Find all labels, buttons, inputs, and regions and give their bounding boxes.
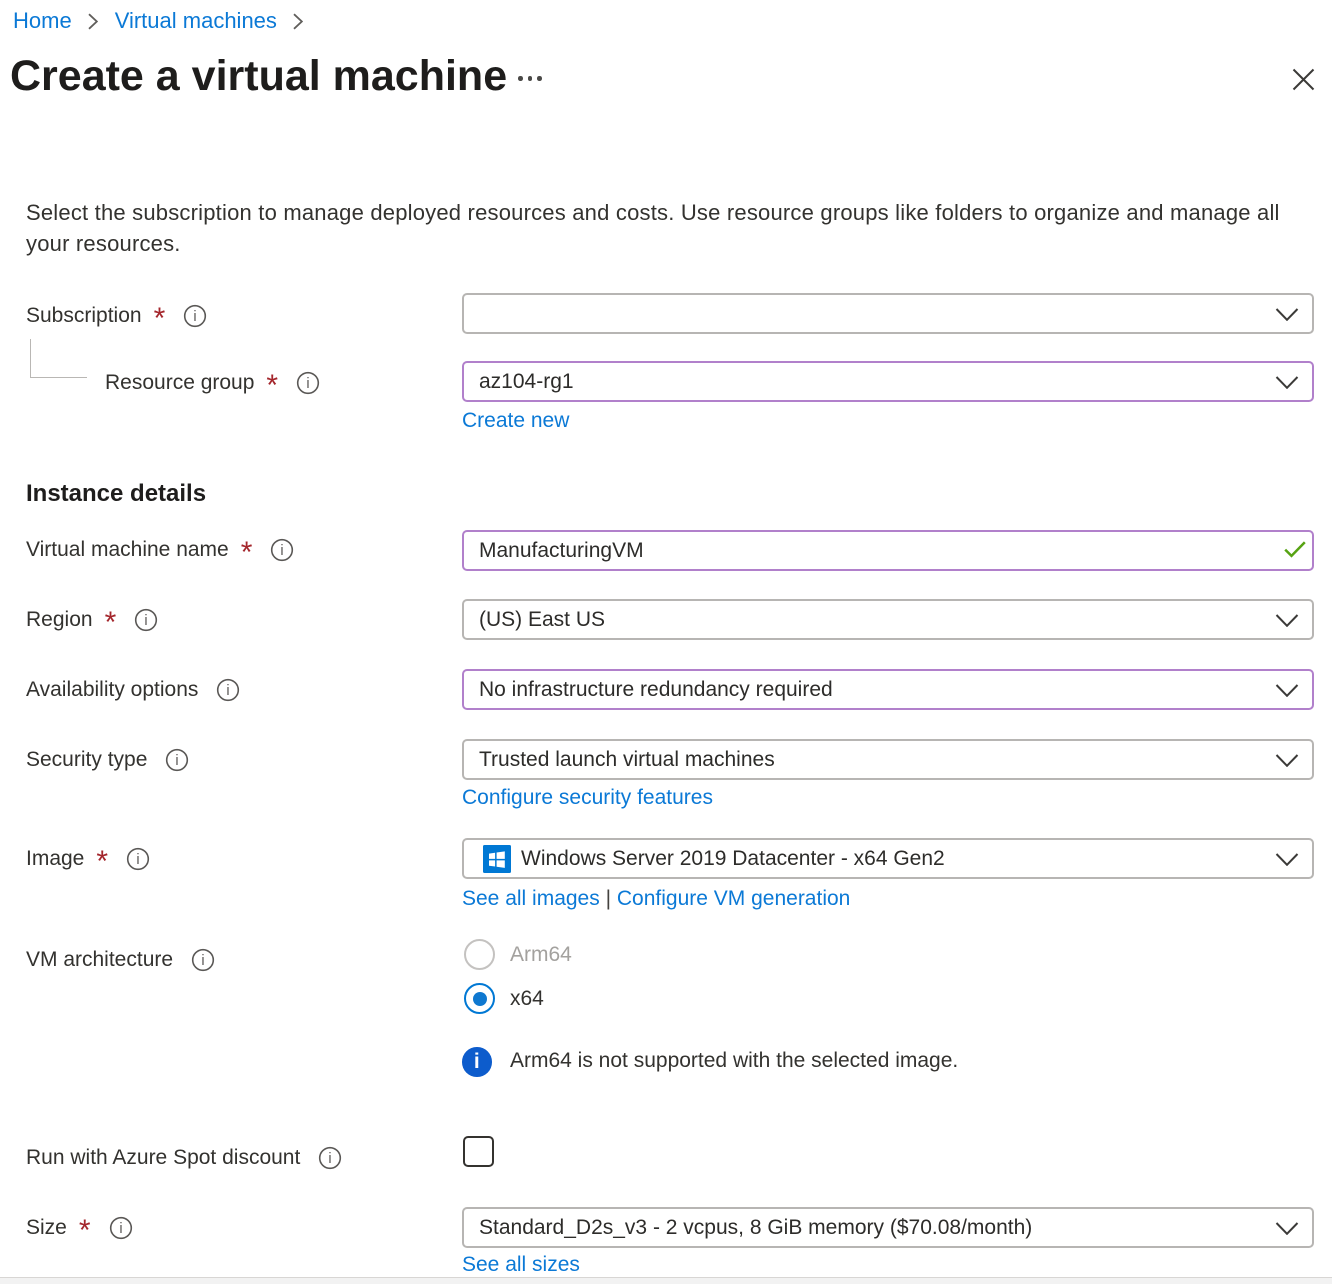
svg-text:i: i (329, 1151, 332, 1167)
svg-text:i: i (194, 309, 197, 325)
svg-text:i: i (227, 683, 230, 699)
svg-text:i: i (201, 953, 204, 969)
svg-text:i: i (136, 852, 139, 868)
svg-text:i: i (306, 376, 309, 392)
svg-text:i: i (145, 613, 148, 629)
svg-text:i: i (119, 1221, 122, 1237)
svg-text:i: i (176, 753, 179, 769)
svg-text:i: i (281, 543, 284, 559)
